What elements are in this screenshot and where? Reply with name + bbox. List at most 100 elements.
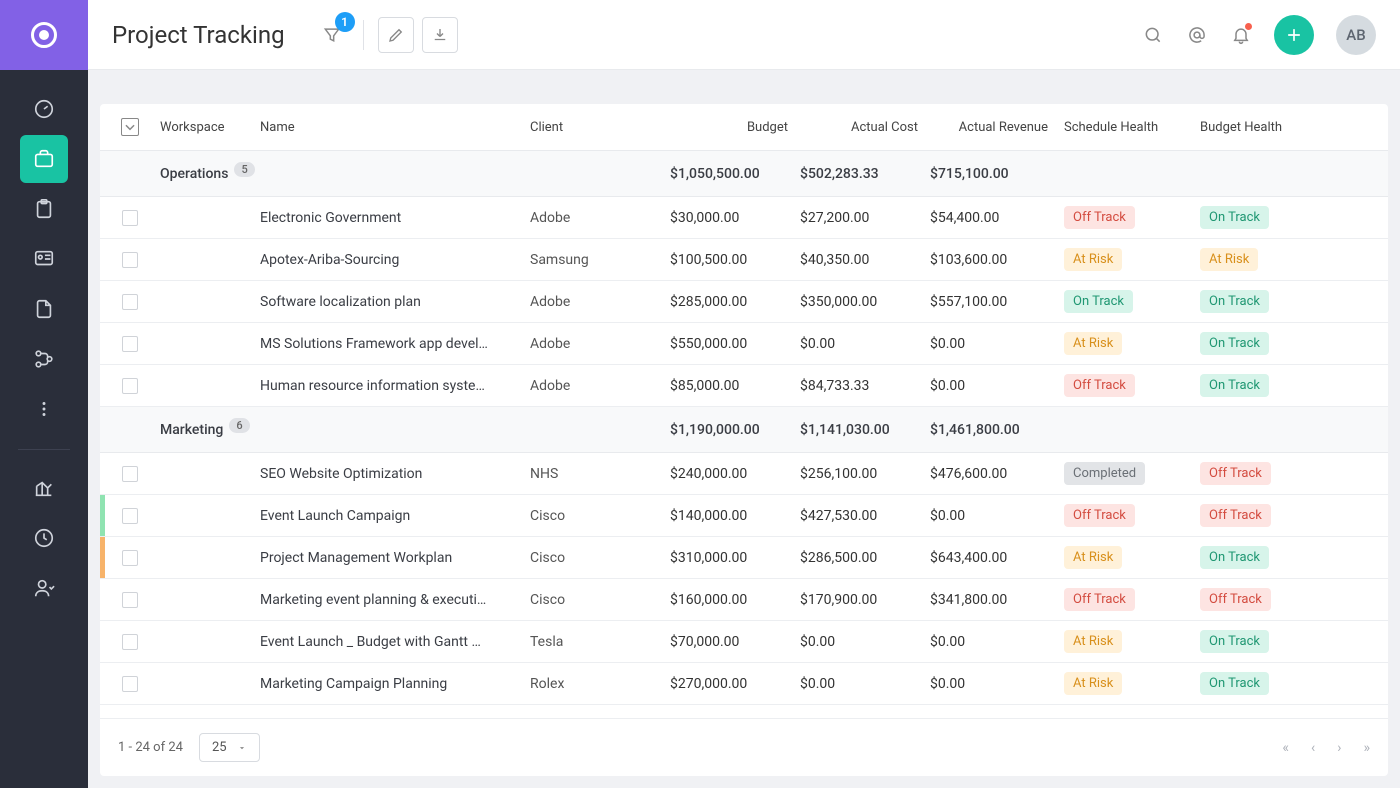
project-name[interactable]: Marketing Campaign Planning bbox=[260, 676, 530, 692]
actual-cost-cell: $40,350.00 bbox=[800, 252, 930, 268]
project-name[interactable]: Software localization plan bbox=[260, 294, 530, 310]
pagination-info: 1 - 24 of 24 bbox=[118, 740, 183, 755]
project-name[interactable]: Project Management Workplan bbox=[260, 550, 530, 566]
row-checkbox[interactable] bbox=[122, 550, 138, 566]
pagination: 1 - 24 of 24 25 « ‹ › » bbox=[100, 718, 1388, 776]
client-name: NHS bbox=[530, 466, 670, 482]
actual-cost-cell: $427,530.00 bbox=[800, 508, 930, 524]
row-checkbox[interactable] bbox=[122, 508, 138, 524]
project-name[interactable]: MS Solutions Framework app devel… bbox=[260, 336, 530, 352]
page-size-select[interactable]: 25 bbox=[199, 733, 260, 762]
nav-dashboard[interactable] bbox=[20, 85, 68, 133]
table-row[interactable]: Project Management Workplan Cisco $310,0… bbox=[100, 537, 1388, 579]
schedule-health-tag: Off Track bbox=[1064, 206, 1135, 229]
col-workspace[interactable]: Workspace bbox=[160, 118, 260, 136]
schedule-health-tag: At Risk bbox=[1064, 332, 1122, 355]
col-budget[interactable]: Budget bbox=[670, 118, 800, 136]
table-row[interactable]: MS Solutions Framework app devel… Adobe … bbox=[100, 323, 1388, 365]
notification-dot bbox=[1245, 23, 1252, 30]
download-button[interactable] bbox=[422, 17, 458, 53]
budget-health-tag: On Track bbox=[1200, 546, 1269, 569]
col-budget-health[interactable]: Budget Health bbox=[1200, 118, 1360, 136]
row-checkbox[interactable] bbox=[122, 336, 138, 352]
add-button[interactable] bbox=[1274, 15, 1314, 55]
budget-cell: $30,000.00 bbox=[670, 210, 800, 226]
select-all-checkbox[interactable] bbox=[121, 118, 139, 136]
row-checkbox[interactable] bbox=[122, 676, 138, 692]
group-row[interactable]: Operations5 $1,050,500.00 $502,283.33 $7… bbox=[100, 151, 1388, 197]
client-name: Adobe bbox=[530, 210, 670, 226]
nav-analytics[interactable] bbox=[20, 464, 68, 512]
table-row[interactable]: Event Launch Campaign Cisco $140,000.00 … bbox=[100, 495, 1388, 537]
row-checkbox[interactable] bbox=[122, 592, 138, 608]
table-row[interactable]: Human resource information syste… Adobe … bbox=[100, 365, 1388, 407]
nav-people[interactable] bbox=[20, 564, 68, 612]
page-first[interactable]: « bbox=[1282, 740, 1289, 756]
schedule-health-tag: Off Track bbox=[1064, 504, 1135, 527]
project-name[interactable]: Human resource information syste… bbox=[260, 378, 530, 394]
budget-health-tag: Off Track bbox=[1200, 462, 1271, 485]
notifications-icon[interactable] bbox=[1230, 24, 1252, 46]
nav-time[interactable] bbox=[20, 514, 68, 562]
budget-cell: $160,000.00 bbox=[670, 592, 800, 608]
page-next[interactable]: › bbox=[1337, 740, 1341, 756]
mentions-icon[interactable] bbox=[1186, 24, 1208, 46]
row-checkbox[interactable] bbox=[122, 466, 138, 482]
table-row[interactable]: Marketing event planning & executi… Cisc… bbox=[100, 579, 1388, 621]
user-avatar[interactable]: AB bbox=[1336, 15, 1376, 55]
project-name[interactable]: Marketing event planning & executi… bbox=[260, 592, 530, 608]
search-icon[interactable] bbox=[1142, 24, 1164, 46]
actual-revenue-cell: $0.00 bbox=[930, 378, 1060, 394]
row-checkbox[interactable] bbox=[122, 634, 138, 650]
table-row[interactable]: Software localization plan Adobe $285,00… bbox=[100, 281, 1388, 323]
project-name[interactable]: SEO Website Optimization bbox=[260, 466, 530, 482]
table-row[interactable]: SEO Website Optimization NHS $240,000.00… bbox=[100, 453, 1388, 495]
schedule-health-tag: At Risk bbox=[1064, 630, 1122, 653]
page-prev[interactable]: ‹ bbox=[1311, 740, 1315, 756]
nav-board[interactable] bbox=[20, 235, 68, 283]
group-budget: $1,190,000.00 bbox=[670, 422, 800, 438]
col-name[interactable]: Name bbox=[260, 118, 530, 136]
budget-cell: $140,000.00 bbox=[670, 508, 800, 524]
actual-cost-cell: $256,100.00 bbox=[800, 466, 930, 482]
col-actual-revenue[interactable]: Actual Revenue bbox=[930, 118, 1060, 136]
table-row[interactable]: Electronic Government Adobe $30,000.00 $… bbox=[100, 197, 1388, 239]
actual-revenue-cell: $0.00 bbox=[930, 336, 1060, 352]
nav-projects[interactable] bbox=[20, 135, 68, 183]
client-name: Cisco bbox=[530, 592, 670, 608]
table-row[interactable]: Event Launch _ Budget with Gantt … Tesla… bbox=[100, 621, 1388, 663]
nav-workflows[interactable] bbox=[20, 335, 68, 383]
group-row[interactable]: Marketing6 $1,190,000.00 $1,141,030.00 $… bbox=[100, 407, 1388, 453]
budget-health-tag: At Risk bbox=[1200, 248, 1258, 271]
client-name: Adobe bbox=[530, 294, 670, 310]
filter-button[interactable]: 1 bbox=[315, 18, 349, 52]
project-name[interactable]: Electronic Government bbox=[260, 210, 530, 226]
nav-more[interactable] bbox=[20, 385, 68, 433]
actual-revenue-cell: $341,800.00 bbox=[930, 592, 1060, 608]
client-name: Adobe bbox=[530, 378, 670, 394]
actual-cost-cell: $0.00 bbox=[800, 336, 930, 352]
row-checkbox[interactable] bbox=[122, 294, 138, 310]
schedule-health-tag: Off Track bbox=[1064, 374, 1135, 397]
col-schedule-health[interactable]: Schedule Health bbox=[1060, 118, 1200, 136]
budget-health-tag: Off Track bbox=[1200, 588, 1271, 611]
sidebar bbox=[0, 0, 88, 788]
group-budget: $1,050,500.00 bbox=[670, 166, 800, 182]
nav-tasks[interactable] bbox=[20, 185, 68, 233]
filter-count-badge: 1 bbox=[335, 12, 355, 32]
table-row[interactable]: Marketing Campaign Planning Rolex $270,0… bbox=[100, 663, 1388, 705]
col-actual-cost[interactable]: Actual Cost bbox=[800, 118, 930, 136]
logo[interactable] bbox=[0, 0, 88, 70]
row-checkbox[interactable] bbox=[122, 210, 138, 226]
project-name[interactable]: Event Launch _ Budget with Gantt … bbox=[260, 634, 530, 650]
row-checkbox[interactable] bbox=[122, 378, 138, 394]
edit-button[interactable] bbox=[378, 17, 414, 53]
col-client[interactable]: Client bbox=[530, 118, 670, 136]
table-row[interactable]: Apotex-Ariba-Sourcing Samsung $100,500.0… bbox=[100, 239, 1388, 281]
project-name[interactable]: Apotex-Ariba-Sourcing bbox=[260, 252, 530, 268]
row-checkbox[interactable] bbox=[122, 252, 138, 268]
project-name[interactable]: Event Launch Campaign bbox=[260, 508, 530, 524]
nav-docs[interactable] bbox=[20, 285, 68, 333]
schedule-health-tag: Off Track bbox=[1064, 588, 1135, 611]
page-last[interactable]: » bbox=[1363, 740, 1370, 756]
